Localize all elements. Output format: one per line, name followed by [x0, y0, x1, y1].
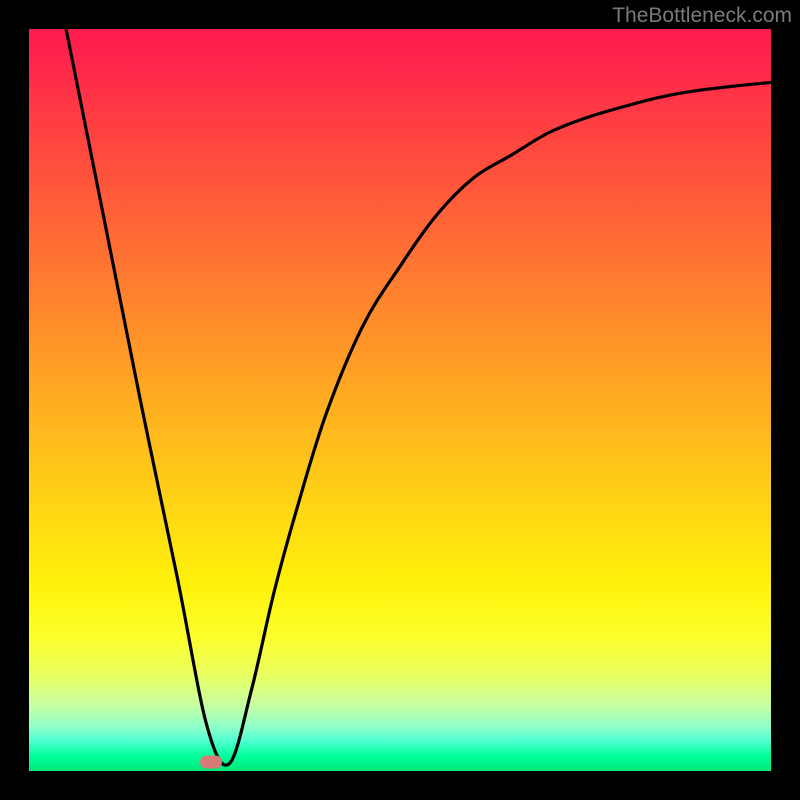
watermark-text: TheBottleneck.com [612, 4, 792, 28]
bottleneck-marker [200, 756, 222, 769]
chart-container: TheBottleneck.com [0, 0, 800, 800]
curve-layer [29, 29, 771, 771]
curve-path [66, 29, 771, 765]
plot-area [29, 29, 771, 771]
